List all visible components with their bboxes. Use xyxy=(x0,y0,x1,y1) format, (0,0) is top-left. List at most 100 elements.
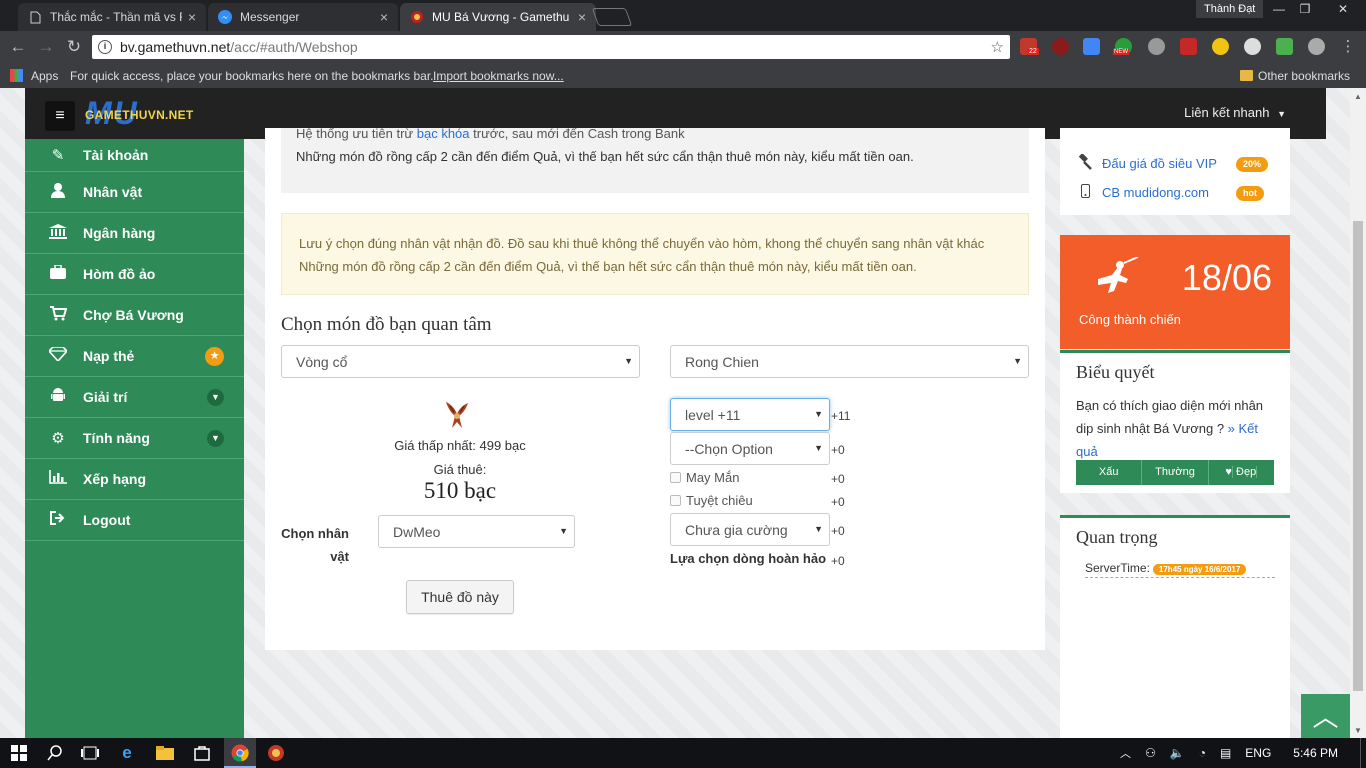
scroll-down-icon[interactable]: ▼ xyxy=(1354,726,1362,735)
back-icon[interactable]: ← xyxy=(8,37,28,57)
character-select[interactable]: DwMeo ▼ xyxy=(378,515,575,548)
tab-thac-mac[interactable]: Thắc mắc - Thần mã vs R × xyxy=(18,3,206,31)
store-icon[interactable] xyxy=(192,743,212,763)
puzzle-extension-icon[interactable] xyxy=(1244,38,1261,55)
scroll-up-icon[interactable]: ▲ xyxy=(1354,92,1362,101)
import-bookmarks-link[interactable]: Import bookmarks now... xyxy=(433,69,564,83)
sidebar-item-bank[interactable]: Ngân hàng xyxy=(25,213,244,254)
new-tab-button[interactable] xyxy=(591,8,633,26)
logout-icon xyxy=(47,511,69,529)
quick-link-dropdown[interactable]: Liên kết nhanh ▼ xyxy=(1184,105,1286,120)
skill-checkbox[interactable]: Tuyệt chiêu xyxy=(670,493,753,508)
extension-badge: 22 xyxy=(1027,48,1039,55)
option-select[interactable]: --Chọn Option ▼ xyxy=(670,432,830,465)
cloud-extension-icon[interactable] xyxy=(1148,38,1165,55)
poll-option-normal[interactable]: Thường xyxy=(1142,460,1209,485)
site-logo[interactable]: MU GAMETHUVN.NET xyxy=(85,96,203,130)
luck-checkbox[interactable]: May Mắn xyxy=(670,470,739,485)
task-view-icon[interactable] xyxy=(80,743,100,763)
clock[interactable]: 5:46 PM xyxy=(1293,746,1338,760)
apps-icon[interactable] xyxy=(10,69,23,82)
chevron-down-icon: ▼ xyxy=(207,429,224,447)
notifications-icon[interactable]: ▤ xyxy=(1220,746,1231,760)
checkbox-box[interactable] xyxy=(670,472,681,483)
poll-option-nice[interactable]: ♥ Đẹp xyxy=(1208,460,1274,485)
cogs-icon: ⚙ xyxy=(51,430,65,447)
scrollbar-thumb[interactable] xyxy=(1353,221,1363,691)
close-icon[interactable]: × xyxy=(188,9,196,25)
logo-text: GAMETHUVN.NET xyxy=(85,108,194,122)
link-mudidong[interactable]: CB mudidong.com xyxy=(1076,184,1209,201)
screen-extension-icon[interactable] xyxy=(1276,38,1293,55)
close-window-icon[interactable]: ✕ xyxy=(1320,0,1366,18)
ublock-extension-icon[interactable] xyxy=(1052,38,1069,55)
restore-icon[interactable]: ❐ xyxy=(1292,0,1318,18)
show-desktop-button[interactable] xyxy=(1360,738,1366,768)
shield-extension-icon[interactable] xyxy=(1212,38,1229,55)
forward-icon[interactable]: → xyxy=(36,37,56,57)
info-icon[interactable]: i xyxy=(98,40,112,54)
sidebar-item-label: Ngân hàng xyxy=(83,225,156,241)
sidebar-item-virtual-chest[interactable]: Hòm đồ ảo xyxy=(25,254,244,295)
other-bookmarks[interactable]: Other bookmarks xyxy=(1258,69,1350,83)
sidebar-item-topup[interactable]: Nạp thẻ ★ xyxy=(25,336,244,377)
sidebar-item-account[interactable]: ✎ Tài khoản xyxy=(25,129,244,172)
book-extension-icon[interactable] xyxy=(1180,38,1197,55)
people-icon[interactable]: ⚇ xyxy=(1145,746,1156,760)
quick-links-box: Đấu giá đồ siêu VIP 20% CB mudidong.com … xyxy=(1060,128,1290,215)
bookmark-star-icon[interactable]: ☆ xyxy=(991,38,1004,56)
gmail-extension-icon[interactable]: 22 xyxy=(1020,38,1039,55)
event-card[interactable]: 18/06 Công thành chiến xyxy=(1060,235,1290,349)
note-line-1: Hệ thống ưu tiên trừ bạc khóa trước, sau… xyxy=(296,126,685,141)
sidebar-item-entertainment[interactable]: Giải trí ▼ xyxy=(25,377,244,418)
enhance-select[interactable]: Chưa gia cường ▼ xyxy=(670,513,830,546)
page-viewport: ≡ MU GAMETHUVN.NET Liên kết nhanh ▼ ✎ Tà… xyxy=(0,88,1350,738)
apps-link[interactable]: Apps xyxy=(31,69,58,83)
chrome-icon[interactable] xyxy=(230,743,250,763)
rent-item-button[interactable]: Thuê đồ này xyxy=(406,580,514,614)
windows-start-icon[interactable] xyxy=(9,743,29,763)
keyboard-language[interactable]: ENG xyxy=(1245,746,1271,760)
sidebar-item-character[interactable]: Nhân vật xyxy=(25,172,244,213)
close-icon[interactable]: × xyxy=(380,9,388,25)
file-explorer-icon[interactable] xyxy=(155,743,175,763)
cart-icon xyxy=(47,305,69,325)
sidebar-item-market[interactable]: Chợ Bá Vương xyxy=(25,295,244,336)
translate-extension-icon[interactable] xyxy=(1083,38,1100,55)
rent-price-label: Giá thuê: xyxy=(433,462,487,477)
search-icon[interactable] xyxy=(45,743,65,763)
sidebar-item-features[interactable]: ⚙ Tính năng ▼ xyxy=(25,418,244,459)
volume-icon[interactable]: 🔈 xyxy=(1170,746,1185,760)
hot-tag: hot xyxy=(1236,186,1264,201)
wifi-icon[interactable]: ◔ xyxy=(1199,746,1206,760)
address-bar[interactable]: i bv.gamethuvn.net/acc/#auth/Webshop ☆ xyxy=(92,35,1010,59)
caret-down-icon: ▼ xyxy=(814,524,823,534)
level-select[interactable]: level +11 ▼ xyxy=(670,398,830,431)
tab-messenger[interactable]: Messenger × xyxy=(208,3,398,31)
url-host: bv.gamethuvn.net xyxy=(120,39,231,55)
item-select[interactable]: Rong Chien ▼ xyxy=(670,345,1029,378)
reload-icon[interactable]: ↻ xyxy=(64,37,84,57)
tab-mu-ba-vuong[interactable]: MU Bá Vương - Gamethu × xyxy=(400,3,596,31)
game-app-icon[interactable] xyxy=(266,743,286,763)
eye-extension-icon[interactable] xyxy=(1308,38,1325,55)
new-extension-icon[interactable]: NEW xyxy=(1113,38,1132,55)
hamburger-menu-icon[interactable]: ≡ xyxy=(45,101,75,131)
chrome-menu-icon[interactable]: ⋮ xyxy=(1338,37,1358,57)
category-select[interactable]: Vòng cổ ▼ xyxy=(281,345,640,378)
edge-icon[interactable]: e xyxy=(117,743,137,763)
sidebar-item-logout[interactable]: Logout xyxy=(25,500,244,541)
tray-chevron-up-icon[interactable]: ︿ xyxy=(1120,745,1131,761)
back-to-top-button[interactable]: ︿ xyxy=(1301,694,1350,738)
tab-title: Messenger xyxy=(240,10,300,24)
link-vip-auction[interactable]: Đấu giá đồ siêu VIP xyxy=(1076,153,1217,173)
poll-option-bad[interactable]: Xấu xyxy=(1076,460,1143,485)
profile-button[interactable]: Thành Đạt xyxy=(1196,0,1264,18)
sidebar-item-ranking[interactable]: Xếp hạng xyxy=(25,459,244,500)
minimize-icon[interactable]: — xyxy=(1266,0,1292,18)
locked-silver-link[interactable]: bạc khóa xyxy=(417,126,470,141)
close-icon[interactable]: × xyxy=(578,9,586,25)
perfect-option-label[interactable]: Lựa chọn dòng hoàn hảo xyxy=(670,551,826,566)
page-scrollbar[interactable]: ▲ ▼ xyxy=(1350,88,1366,738)
checkbox-box[interactable] xyxy=(670,495,681,506)
